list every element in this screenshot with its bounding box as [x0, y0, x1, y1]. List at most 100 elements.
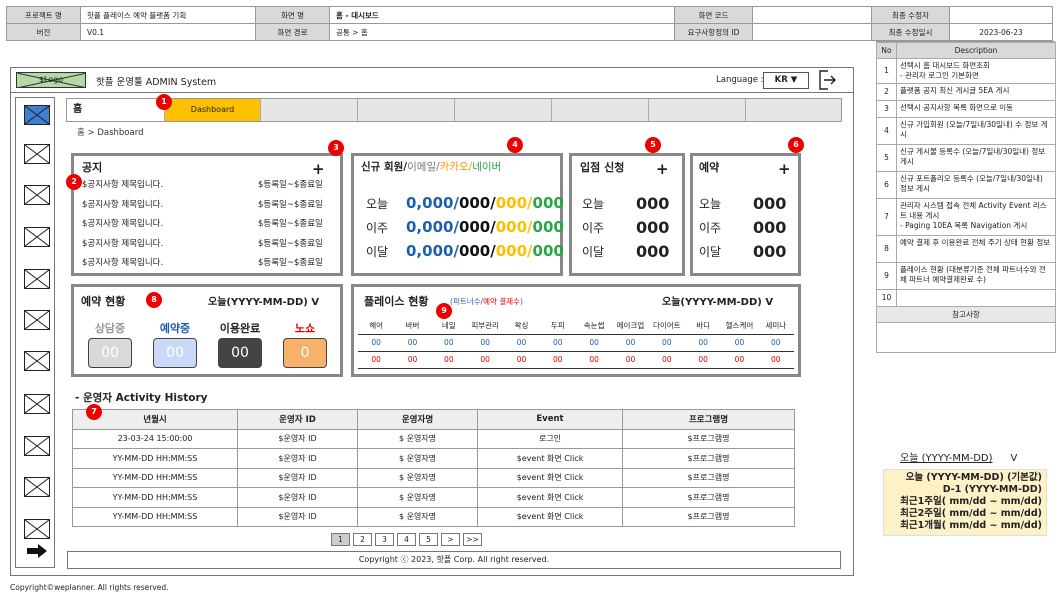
tab-empty[interactable] [552, 99, 649, 121]
activity-cell: $event 화면 Click [477, 506, 623, 527]
tab-empty[interactable] [649, 99, 746, 121]
places-cell-categories[interactable]: 세미나 [757, 317, 794, 335]
reservation-2-count[interactable]: 00 [218, 338, 262, 368]
activity-cell: $프로그램명 [622, 448, 795, 469]
notice-box: 공지 + $공지사항 제목입니다. $등록일~$종료일 $공지사항 제목입니다. $등… [71, 153, 343, 276]
booking-row-value: 000 [753, 242, 787, 261]
notice-row-title[interactable]: $공지사항 제목입니다. [82, 178, 163, 190]
notice-more-button[interactable]: + [312, 162, 325, 177]
activity-row[interactable]: YY-MM-DD HH:MM:SS $운영자 ID $ 운영자명 $event 화면 … [72, 506, 795, 527]
description-text: 신규 게시물 등록수 (오늘/7일내/30일내) 정보 게시 [896, 144, 1056, 172]
language-select[interactable]: KR ▼ [763, 72, 809, 89]
description-row: 9 플레이스 현황 (대분류기준 전체 파트너수와 전체 파트너 예약결제완료 수… [876, 262, 1056, 290]
document-header-table: 프로젝트 명 핫플 플레이스 예약 플랫폼 기획 화면 명 홈 - 대시보드 화… [6, 6, 1053, 41]
date-option[interactable]: 최근2주일( mm/dd ~ mm/dd) [884, 508, 1042, 520]
page-button[interactable]: >> [463, 533, 482, 546]
entry-more-button[interactable]: + [656, 162, 669, 177]
logout-icon[interactable] [819, 70, 837, 90]
reservation-1-count[interactable]: 00 [153, 338, 197, 368]
reservation-3-count[interactable]: 0 [283, 338, 327, 368]
activity-row[interactable]: YY-MM-DD HH:MM:SS $운영자 ID $ 운영자명 $event 화면 … [72, 448, 795, 469]
logo-placeholder[interactable]: $Logo [16, 72, 86, 88]
sidebar-menu-icon[interactable] [24, 436, 50, 456]
date-option[interactable]: 최근1주일( mm/dd ~ mm/dd) [884, 496, 1042, 508]
activity-cell: $ 운영자명 [357, 506, 478, 527]
places-cell-payments: 00 [757, 351, 794, 369]
date-option[interactable]: 최근1개월( mm/dd ~ mm/dd) [884, 520, 1042, 532]
page-button[interactable]: 5 [419, 533, 438, 546]
page-button[interactable]: 2 [353, 533, 372, 546]
sidebar-menu-icon[interactable] [24, 519, 50, 539]
page-button[interactable]: > [441, 533, 460, 546]
reservation-date-select[interactable]: 오늘(YYYY-MM-DD) V [208, 293, 319, 308]
places-cell-categories[interactable]: 헤어 [358, 317, 395, 335]
date-dropdown-arrow: V [1010, 453, 1018, 464]
tab-dashboard[interactable]: Dashboard [165, 99, 261, 121]
places-cell-partners: 00 [503, 334, 540, 352]
sidebar-menu-icon[interactable] [24, 227, 50, 247]
page-button[interactable]: 1 [331, 533, 350, 546]
sidebar-menu-icon[interactable] [24, 144, 50, 164]
places-cell-categories[interactable]: 다이어트 [648, 317, 685, 335]
places-cell-payments: 00 [539, 351, 576, 369]
places-date-select[interactable]: 오늘(YYYY-MM-DD) V [662, 293, 773, 308]
sidebar-menu-icon[interactable] [24, 477, 50, 497]
reservation-0-count[interactable]: 00 [88, 338, 132, 368]
description-header: Description [896, 42, 1056, 59]
places-cell-categories[interactable]: 왁싱 [503, 317, 540, 335]
reservation-0-label: 상담중 [94, 322, 126, 335]
places-cell-categories[interactable]: 속눈썹 [575, 317, 613, 335]
places-cell-payments: 00 [684, 351, 722, 369]
notice-row-date: $등록일~$종료일 [258, 238, 323, 249]
places-cell-categories[interactable]: 바버 [394, 317, 431, 335]
place-status-box: 플레이스 현황 (파트너수/예약 결제수) 오늘(YYYY-MM-DD) V 헤… [351, 284, 801, 377]
date-dropdown-options: 오늘 (YYYY-MM-DD) (기본값) D-1 (YYYY-MM-DD) 최근1… [883, 469, 1047, 536]
modified-date-value: 2023-06-23 [949, 23, 1053, 41]
tab-home[interactable]: 홈 [67, 99, 165, 121]
activity-row[interactable]: YY-MM-DD HH:MM:SS $운영자 ID $ 운영자명 $event 화면 … [72, 487, 795, 508]
description-text: 신규 가입회원 (오늘/7일내/30일내) 수 정보 게시 [896, 117, 1056, 145]
sidebar-menu-icon[interactable] [24, 351, 50, 371]
booking-row-value: 000 [753, 194, 787, 213]
date-option[interactable]: 오늘 (YYYY-MM-DD) (기본값) [884, 472, 1042, 484]
requirement-id-label: 요구사항정의 ID [674, 23, 753, 41]
sidebar-menu-icon[interactable] [24, 269, 50, 289]
reference-header: 참고사항 [876, 306, 1056, 323]
members-title-naver: 네이버 [472, 161, 502, 173]
tab-empty[interactable] [455, 99, 552, 121]
sidebar-menu-icon[interactable] [24, 394, 50, 414]
tab-empty[interactable] [261, 99, 358, 121]
places-cell-categories[interactable]: 헬스케어 [721, 317, 758, 335]
date-option[interactable]: D-1 (YYYY-MM-DD) [884, 484, 1042, 496]
members-title-prefix: 신규 회원/ [361, 161, 408, 173]
arrow-right-icon[interactable] [25, 543, 49, 559]
notice-row-title[interactable]: $공지사항 제목입니다. [82, 198, 163, 210]
notice-row-title[interactable]: $공지사항 제목입니다. [82, 217, 163, 229]
places-cell-categories[interactable]: 메이크업 [612, 317, 649, 335]
places-cell-categories[interactable]: 두피 [539, 317, 576, 335]
notice-row-title[interactable]: $공지사항 제목입니다. [82, 237, 163, 249]
page-button[interactable]: 3 [375, 533, 394, 546]
notice-row-title[interactable]: $공지사항 제목입니다. [82, 256, 163, 268]
reservation-3-label: 노쇼 [294, 322, 316, 335]
page-button[interactable]: 4 [397, 533, 416, 546]
activity-row[interactable]: 23-03-24 15:00:00 $운영자 ID $ 운영자명 로그인 $프로그램명 [72, 428, 795, 449]
activity-row[interactable]: YY-MM-DD HH:MM:SS $운영자 ID $ 운영자명 $event 화면 … [72, 467, 795, 488]
places-cell-categories[interactable]: 네일 [430, 317, 467, 335]
places-table: 헤어 바버 네일 피부관리 왁싱 두피 속눈썹 메이크업 다이어트 바디 헬스케어 세미나 00 00 00… [358, 317, 794, 369]
places-cell-payments: 00 [358, 351, 395, 369]
sidebar-menu-icon[interactable] [24, 185, 50, 205]
entry-row-label: 오늘 [582, 197, 605, 211]
date-dropdown-label[interactable]: 오늘 (YYYY-MM-DD) V [900, 449, 1017, 464]
places-cell-categories[interactable]: 바디 [684, 317, 722, 335]
booking-more-button[interactable]: + [778, 162, 791, 177]
notice-row-date: $등록일~$종료일 [258, 258, 323, 268]
description-text: 선택시 홈 대시보드 화면조회 - 관리자 로그인 기본화면 [896, 58, 1056, 84]
editor-label: 최종 수정자 [871, 6, 950, 24]
member-row-label: 이달 [366, 245, 389, 259]
tab-empty[interactable] [358, 99, 455, 121]
sidebar-menu-icon[interactable] [24, 105, 50, 125]
description-row: 10 [876, 289, 1056, 307]
places-cell-categories[interactable]: 피부관리 [466, 317, 504, 335]
sidebar-menu-icon[interactable] [24, 310, 50, 330]
